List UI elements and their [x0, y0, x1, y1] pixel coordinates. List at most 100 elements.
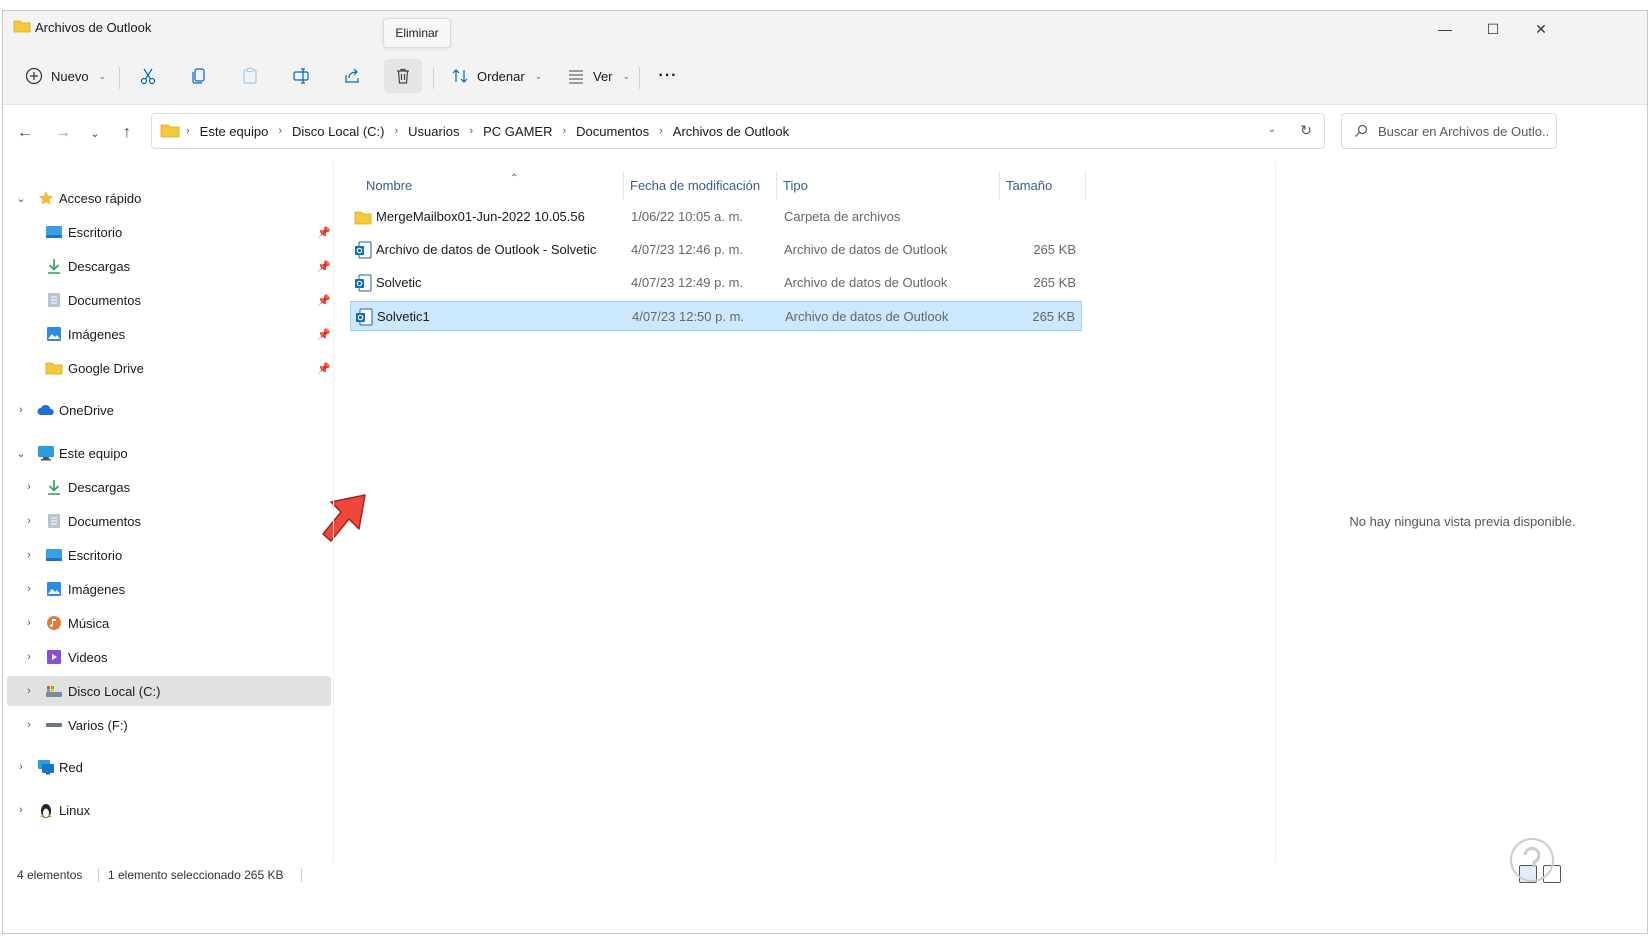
pictures-icon: [45, 580, 63, 598]
recent-locations-button[interactable]: ⌄: [81, 119, 109, 147]
breadcrumb-item-current[interactable]: Archivos de Outlook: [673, 124, 789, 139]
sidebar-item-this-pc[interactable]: ⌄ Este equipo: [7, 438, 331, 468]
address-bar[interactable]: › Este equipo › Disco Local (C:) › Usuar…: [151, 113, 1325, 149]
close-button[interactable]: ✕: [1517, 11, 1565, 47]
sort-button[interactable]: Ordenar ⌄: [443, 59, 550, 93]
sort-ascending-icon: ⌃: [510, 173, 519, 184]
file-explorer-window: Archivos de Outlook — ☐ ✕ Nuevo ⌄ Ordena…: [2, 10, 1648, 934]
pin-icon[interactable]: 📌: [317, 362, 331, 375]
sidebar-item-pc-varios[interactable]: › Varios (F:): [7, 710, 331, 740]
sidebar-item-network[interactable]: › Red: [7, 752, 331, 782]
sort-icon: [452, 69, 468, 83]
sidebar-item-pc-disco-local[interactable]: › Disco Local (C:): [7, 676, 331, 706]
sidebar-item-onedrive[interactable]: › OneDrive: [7, 395, 331, 425]
breadcrumb-item[interactable]: Usuarios: [408, 124, 459, 139]
refresh-button[interactable]: ↻: [1300, 122, 1312, 139]
chevron-right-icon: ›: [27, 685, 31, 697]
column-header-date[interactable]: Fecha de modificación: [624, 171, 777, 199]
sidebar-item-pc-escritorio[interactable]: › Escritorio: [7, 540, 331, 570]
address-dropdown-button[interactable]: ⌄: [1268, 124, 1276, 135]
cut-button[interactable]: [129, 59, 167, 93]
window-title: Archivos de Outlook: [35, 20, 152, 35]
chevron-right-icon: ›: [186, 125, 190, 137]
more-options-button[interactable]: ···: [649, 59, 687, 93]
sidebar-item-pc-videos[interactable]: › Videos: [7, 642, 331, 672]
table-row-selected[interactable]: Solvetic1 4/07/23 12:50 p. m. Archivo de…: [350, 301, 1082, 331]
pin-icon[interactable]: 📌: [317, 294, 331, 307]
rename-button[interactable]: [282, 59, 320, 93]
chevron-right-icon: ›: [562, 125, 567, 137]
forward-button[interactable]: →: [49, 119, 77, 147]
paste-button[interactable]: [231, 59, 269, 93]
videos-icon: [45, 648, 63, 666]
sidebar-item-label: Escritorio: [68, 547, 123, 563]
file-size: 265 KB: [1033, 242, 1076, 257]
download-icon: [45, 478, 63, 496]
column-header-size[interactable]: Tamaño: [1000, 171, 1086, 199]
column-header-type[interactable]: Tipo: [777, 171, 1000, 199]
up-button[interactable]: ↑: [113, 119, 141, 147]
delete-button[interactable]: [384, 59, 422, 93]
breadcrumb-item[interactable]: PC GAMER: [483, 124, 552, 139]
chevron-right-icon: ›: [27, 719, 31, 731]
copy-icon: [192, 68, 205, 84]
sidebar-item-linux[interactable]: › Linux: [7, 795, 331, 825]
column-header-name[interactable]: Nombre ⌃: [360, 171, 624, 199]
sidebar-item-descargas[interactable]: Descargas 📌: [7, 251, 331, 281]
documents-icon: [45, 512, 63, 530]
chevron-right-icon: ›: [19, 761, 23, 773]
table-row[interactable]: MergeMailbox01-Jun-2022 10.05.56 1/06/22…: [350, 202, 1082, 232]
table-row[interactable]: Archivo de datos de Outlook - Solvetic 4…: [350, 235, 1082, 265]
outlook-data-icon: [356, 308, 373, 326]
chevron-right-icon: ›: [27, 617, 31, 629]
folder-icon: [13, 20, 31, 33]
sidebar-item-label: OneDrive: [59, 402, 114, 418]
chevron-right-icon: ›: [394, 125, 399, 137]
pin-icon[interactable]: 📌: [317, 226, 331, 239]
sidebar-item-quick-access[interactable]: ⌄ Acceso rápido: [7, 183, 331, 213]
chevron-right-icon: ›: [278, 125, 283, 137]
music-icon: [45, 614, 63, 632]
more-icon: ···: [658, 67, 678, 84]
sidebar-item-label: Descargas: [68, 479, 131, 495]
back-button[interactable]: ←: [11, 119, 39, 147]
search-box[interactable]: [1341, 113, 1557, 149]
file-name: MergeMailbox01-Jun-2022 10.05.56: [376, 209, 585, 224]
breadcrumb-item[interactable]: Documentos: [576, 124, 649, 139]
breadcrumb-item[interactable]: Disco Local (C:): [292, 124, 384, 139]
table-row[interactable]: Solvetic 4/07/23 12:49 p. m. Archivo de …: [350, 268, 1082, 298]
share-button[interactable]: [333, 59, 371, 93]
pin-icon[interactable]: 📌: [317, 328, 331, 341]
separator: [639, 67, 640, 89]
sidebar-item-pc-musica[interactable]: › Música: [7, 608, 331, 638]
file-date: 4/07/23 12:46 p. m.: [631, 242, 744, 257]
minimize-button[interactable]: —: [1421, 11, 1469, 47]
breadcrumb: › Este equipo › Disco Local (C:) › Usuar…: [160, 114, 789, 148]
new-button[interactable]: Nuevo ⌄: [17, 59, 114, 93]
maximize-button[interactable]: ☐: [1469, 11, 1517, 47]
sidebar-item-label: Imágenes: [68, 326, 126, 342]
pictures-icon: [45, 325, 63, 343]
sidebar-item-imagenes[interactable]: Imágenes 📌: [7, 319, 331, 349]
sidebar-item-pc-documentos[interactable]: › Documentos: [7, 506, 331, 536]
pin-icon[interactable]: 📌: [317, 260, 331, 273]
copy-button[interactable]: [180, 59, 218, 93]
minimize-icon: —: [1438, 21, 1452, 37]
search-input[interactable]: [1378, 123, 1548, 139]
close-icon: ✕: [1535, 20, 1547, 37]
delete-tooltip: Eliminar: [383, 18, 451, 48]
sidebar-item-pc-imagenes[interactable]: › Imágenes: [7, 574, 331, 604]
sidebar-item-documentos[interactable]: Documentos 📌: [7, 285, 331, 315]
arrow-up-icon: ↑: [123, 124, 131, 141]
view-button[interactable]: Ver ⌄: [559, 59, 638, 93]
arrow-right-icon: →: [55, 124, 71, 141]
chevron-right-icon: ›: [27, 651, 31, 663]
sidebar-item-escritorio[interactable]: Escritorio 📌: [7, 217, 331, 247]
sidebar-item-pc-descargas[interactable]: › Descargas: [7, 472, 331, 502]
download-icon: [45, 257, 63, 275]
chevron-down-icon: ⌄: [16, 192, 26, 205]
breadcrumb-item[interactable]: Este equipo: [200, 124, 269, 139]
chevron-down-icon: ⌄: [534, 70, 543, 81]
sidebar-item-google-drive[interactable]: Google Drive 📌: [7, 353, 331, 383]
linux-icon: [37, 801, 55, 819]
